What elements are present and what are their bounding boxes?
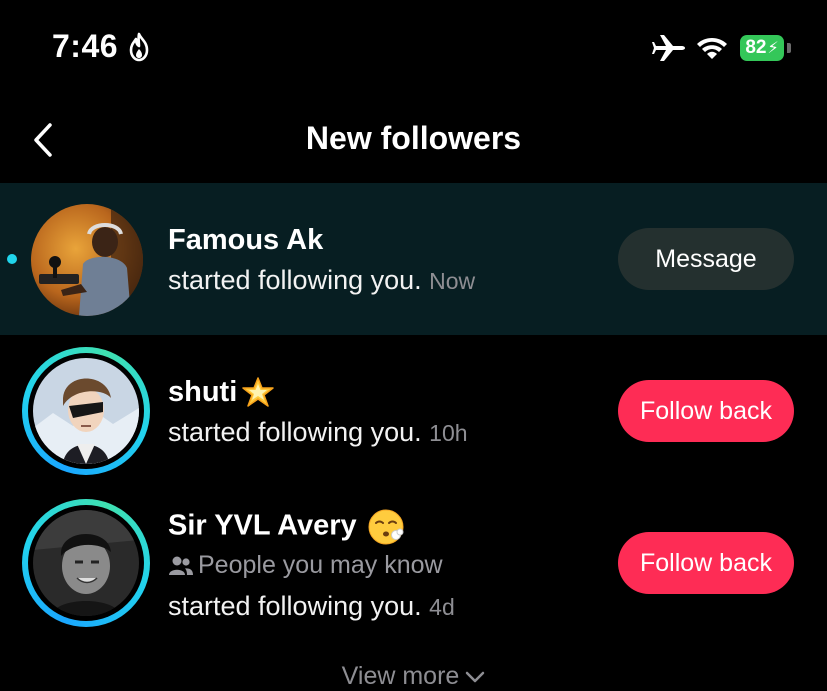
people-icon bbox=[169, 556, 193, 575]
activity-time: 10h bbox=[429, 420, 468, 446]
follow-activity: started following you. Now bbox=[168, 265, 475, 296]
chevron-down-icon bbox=[466, 672, 485, 683]
avatar[interactable] bbox=[33, 358, 139, 464]
activity-time: 4d bbox=[429, 594, 455, 620]
follower-row[interactable]: Sir YVL Avery People you may know starte… bbox=[0, 487, 827, 657]
wifi-icon bbox=[697, 38, 727, 59]
follow-activity: started following you. 4d bbox=[168, 591, 455, 622]
user-name-text: Sir YVL Avery bbox=[168, 509, 357, 542]
avatar-photo bbox=[33, 510, 139, 616]
status-time: 7:46 bbox=[52, 28, 119, 64]
view-more-label: View more bbox=[341, 662, 460, 690]
battery-cap bbox=[787, 43, 791, 53]
page-title: New followers bbox=[305, 120, 522, 156]
user-name[interactable]: Famous Ak bbox=[168, 224, 323, 257]
mutual-text: People you may know bbox=[198, 551, 443, 579]
activity-text: started following you. bbox=[168, 265, 422, 295]
view-more-link[interactable]: View more bbox=[0, 662, 827, 691]
mutual-connection: People you may know bbox=[168, 551, 443, 580]
follower-row[interactable]: shuti started following you. 10h Follow … bbox=[0, 335, 827, 487]
avatar-illustration bbox=[33, 358, 139, 464]
activity-time: Now bbox=[429, 268, 476, 294]
battery-indicator: 82 ⚡ bbox=[740, 35, 784, 61]
user-name-text: shuti bbox=[168, 376, 238, 408]
activity-text: started following you. bbox=[168, 417, 422, 447]
airplane-icon bbox=[652, 35, 685, 61]
message-button[interactable]: Message bbox=[618, 228, 794, 290]
avatar[interactable] bbox=[33, 510, 139, 616]
follow-back-button[interactable]: Follow back bbox=[618, 380, 794, 442]
follow-activity: started following you. 10h bbox=[168, 417, 468, 448]
status-bar: 7:46 82 ⚡ bbox=[0, 0, 827, 100]
user-name[interactable]: shuti bbox=[168, 376, 275, 410]
avatar-photo bbox=[31, 204, 143, 316]
flame-icon bbox=[129, 32, 149, 62]
sighing-face-emoji-icon bbox=[368, 509, 404, 545]
activity-text: started following you. bbox=[168, 591, 422, 621]
battery-level: 82 bbox=[745, 37, 767, 58]
charging-bolt-icon: ⚡ bbox=[767, 40, 779, 57]
unread-dot bbox=[7, 254, 17, 264]
follower-row[interactable]: Famous Ak started following you. Now Mes… bbox=[0, 183, 827, 335]
follow-back-button[interactable]: Follow back bbox=[618, 532, 794, 594]
page-header: New followers bbox=[0, 100, 827, 182]
user-name[interactable]: Sir YVL Avery bbox=[168, 508, 405, 546]
glowing-star-emoji-icon bbox=[242, 377, 275, 408]
avatar[interactable] bbox=[31, 204, 143, 316]
